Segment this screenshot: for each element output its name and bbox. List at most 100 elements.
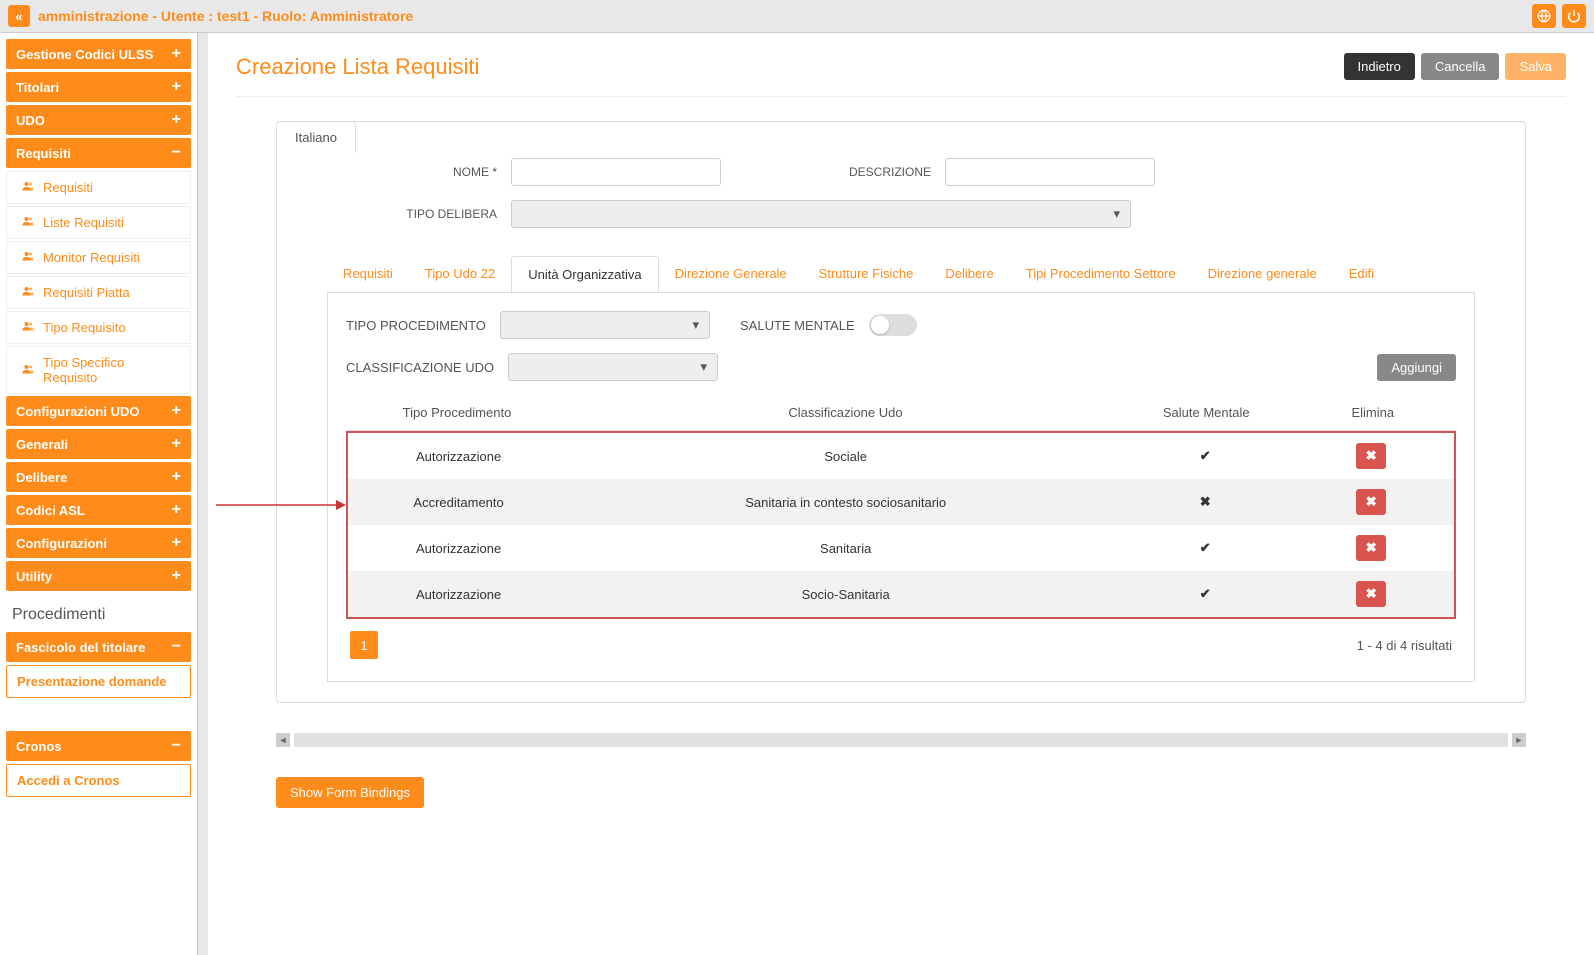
sidebar-group-label: Configurazioni	[16, 536, 107, 551]
sidebar-item-label: Tipo Requisito	[43, 320, 126, 335]
sidebar: Gestione Codici ULSS+Titolari+UDO+ Requi…	[0, 33, 198, 955]
tab[interactable]: Requisiti	[327, 256, 409, 292]
classificazione-udo-select[interactable]	[508, 353, 718, 381]
main-content: Creazione Lista Requisiti Indietro Cance…	[208, 33, 1594, 955]
sidebar-item-label: Liste Requisiti	[43, 215, 124, 230]
back-button[interactable]: Indietro	[1344, 53, 1415, 80]
sidebar-group[interactable]: Generali+	[6, 429, 191, 459]
sidebar-group-label: Generali	[16, 437, 68, 452]
cell-elimina: ✖	[1288, 525, 1454, 571]
sidebar-group[interactable]: Configurazioni+	[6, 528, 191, 558]
sidebar-item[interactable]: Liste Requisiti	[6, 206, 191, 239]
delete-button[interactable]: ✖	[1356, 581, 1386, 607]
tipo-delibera-label: TIPO DELIBERA	[387, 207, 497, 221]
tipo-delibera-select[interactable]	[511, 200, 1131, 228]
tab[interactable]: Unità Organizzativa	[511, 256, 658, 293]
power-icon[interactable]	[1562, 4, 1586, 28]
sidebar-item[interactable]: Tipo Requisito	[6, 311, 191, 344]
cell-salute: ✔	[1122, 571, 1288, 617]
plus-icon: +	[172, 79, 181, 95]
tab[interactable]: Delibere	[929, 256, 1009, 292]
tab[interactable]: Strutture Fisiche	[803, 256, 930, 292]
save-button[interactable]: Salva	[1505, 53, 1566, 80]
sidebar-group[interactable]: Gestione Codici ULSS+	[6, 39, 191, 69]
sidebar-section-procedimenti: Procedimenti	[6, 594, 191, 632]
table-row: Autorizzazione Sanitaria ✔ ✖	[348, 525, 1454, 571]
classificazione-udo-label: CLASSIFICAZIONE UDO	[346, 360, 494, 375]
delete-button[interactable]: ✖	[1356, 535, 1386, 561]
minus-icon: −	[172, 738, 181, 754]
tab[interactable]: Direzione generale	[1192, 256, 1333, 292]
sidebar-group[interactable]: Configurazioni UDO+	[6, 396, 191, 426]
cell-tipo: Autorizzazione	[348, 571, 569, 617]
user-icon	[21, 363, 35, 378]
cell-tipo: Autorizzazione	[348, 525, 569, 571]
scroll-right-icon[interactable]: ►	[1512, 733, 1526, 747]
cell-classificazione: Sanitaria	[569, 525, 1122, 571]
sidebar-group[interactable]: Codici ASL +	[6, 495, 191, 525]
form-card: Italiano NOME * DESCRIZIONE TIPO DELIBER…	[276, 121, 1526, 703]
page-1-button[interactable]: 1	[350, 631, 378, 659]
plus-icon: +	[172, 112, 181, 128]
topbar-back-button[interactable]: «	[8, 5, 30, 27]
sidebar-group[interactable]: Utility+	[6, 561, 191, 591]
sidebar-item[interactable]: Requisiti Piatta	[6, 276, 191, 309]
table-header: Elimina	[1290, 395, 1457, 431]
check-icon: ✔	[1200, 448, 1211, 463]
sidebar-group[interactable]: Titolari+	[6, 72, 191, 102]
user-icon	[21, 285, 35, 300]
delete-button[interactable]: ✖	[1356, 443, 1386, 469]
cell-classificazione: Sanitaria in contesto sociosanitario	[569, 479, 1122, 525]
sidebar-group-label: Codici ASL	[16, 503, 85, 518]
scroll-left-icon[interactable]: ◄	[276, 733, 290, 747]
sidebar-link-accedi-cronos[interactable]: Accedi a Cronos	[6, 764, 191, 797]
sidebar-group[interactable]: UDO+	[6, 105, 191, 135]
cancel-button[interactable]: Cancella	[1421, 53, 1500, 80]
sidebar-item[interactable]: Requisiti	[6, 171, 191, 204]
cell-classificazione: Sociale	[569, 433, 1122, 479]
nome-label: NOME *	[387, 165, 497, 179]
salute-mentale-label: SALUTE MENTALE	[740, 318, 855, 333]
plus-icon: +	[172, 403, 181, 419]
delete-button[interactable]: ✖	[1356, 489, 1386, 515]
topbar: « amministrazione - Utente : test1 - Ruo…	[0, 0, 1594, 33]
cell-classificazione: Socio-Sanitaria	[569, 571, 1122, 617]
sidebar-group-cronos[interactable]: Cronos −	[6, 731, 191, 761]
tab[interactable]: Edifi	[1333, 256, 1390, 292]
cell-tipo: Autorizzazione	[348, 433, 569, 479]
cell-salute: ✔	[1122, 525, 1288, 571]
user-icon	[21, 215, 35, 230]
tab[interactable]: Tipi Procedimento Settore	[1010, 256, 1192, 292]
language-tab[interactable]: Italiano	[276, 121, 356, 153]
globe-icon[interactable]	[1532, 4, 1556, 28]
descrizione-input[interactable]	[945, 158, 1155, 186]
sidebar-link-presentazione[interactable]: Presentazione domande	[6, 665, 191, 698]
user-icon	[21, 320, 35, 335]
data-table: Tipo ProcedimentoClassificazione UdoSalu…	[346, 395, 1456, 431]
sidebar-group-fascicolo[interactable]: Fascicolo del titolare −	[6, 632, 191, 662]
sidebar-group-requisiti[interactable]: Requisiti −	[6, 138, 191, 168]
plus-icon: +	[172, 46, 181, 62]
x-icon: ✖	[1200, 494, 1211, 509]
sidebar-item[interactable]: Monitor Requisiti	[6, 241, 191, 274]
sidebar-item-label: Requisiti Piatta	[43, 285, 130, 300]
sidebar-group-label: Requisiti	[16, 146, 71, 161]
check-icon: ✔	[1200, 540, 1211, 555]
sidebar-item[interactable]: Tipo Specifico Requisito	[6, 346, 191, 394]
nome-input[interactable]	[511, 158, 721, 186]
plus-icon: +	[172, 502, 181, 518]
tab[interactable]: Direzione Generale	[659, 256, 803, 292]
user-icon	[21, 250, 35, 265]
check-icon: ✔	[1200, 586, 1211, 601]
sidebar-group-label: Delibere	[16, 470, 67, 485]
sidebar-item-label: Monitor Requisiti	[43, 250, 140, 265]
salute-mentale-toggle[interactable]	[869, 314, 917, 336]
aggiungi-button[interactable]: Aggiungi	[1377, 354, 1456, 381]
tab[interactable]: Tipo Udo 22	[409, 256, 511, 292]
sidebar-group[interactable]: Delibere +	[6, 462, 191, 492]
sidebar-group-label: Cronos	[16, 739, 62, 754]
show-form-bindings-button[interactable]: Show Form Bindings	[276, 777, 424, 808]
plus-icon: +	[172, 469, 181, 485]
horizontal-scrollbar[interactable]: ◄ ►	[276, 733, 1526, 747]
tipo-procedimento-select[interactable]	[500, 311, 710, 339]
